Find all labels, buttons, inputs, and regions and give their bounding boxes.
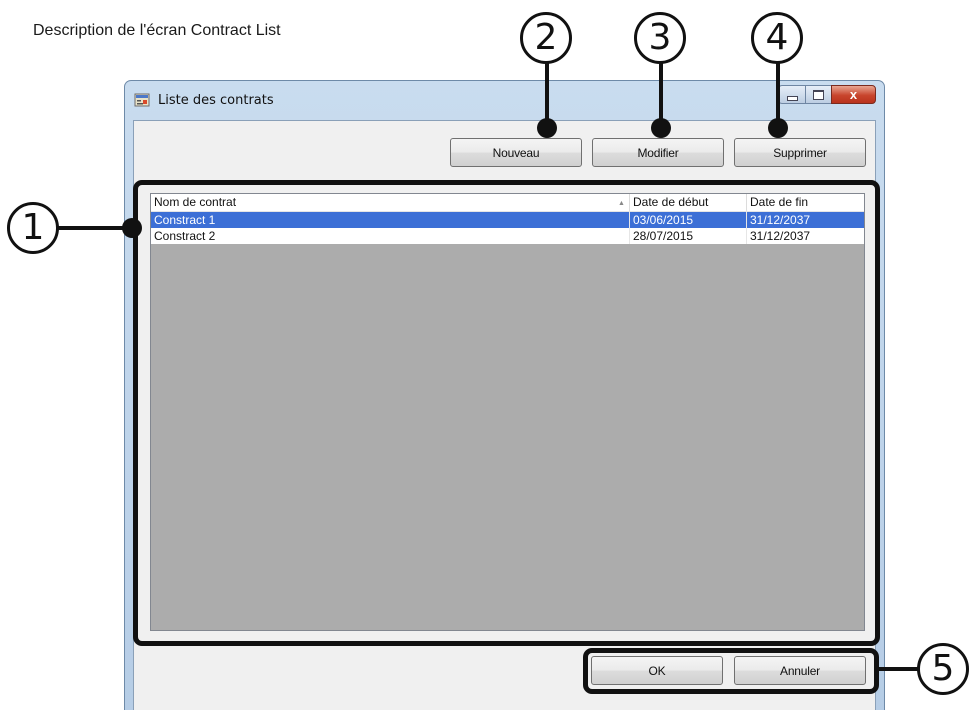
maximize-icon xyxy=(813,89,824,100)
window-caption-buttons: x xyxy=(778,85,876,104)
delete-button[interactable]: Supprimer xyxy=(734,138,866,167)
minimize-icon xyxy=(786,95,798,101)
app-window-icon xyxy=(134,93,150,107)
page-caption: Description de l'écran Contract List xyxy=(33,22,281,39)
new-button[interactable]: Nouveau xyxy=(450,138,582,167)
callout-1-line xyxy=(58,226,132,230)
callout-2: 2 xyxy=(520,12,572,64)
callout-4: 4 xyxy=(751,12,803,64)
minimize-button[interactable] xyxy=(778,85,805,104)
callout-3: 3 xyxy=(634,12,686,64)
edit-button[interactable]: Modifier xyxy=(592,138,724,167)
close-icon: x xyxy=(849,87,858,102)
title-bar[interactable]: Liste des contrats x xyxy=(125,81,884,121)
callout-5-highlight xyxy=(583,648,879,694)
callout-1: 1 xyxy=(7,202,59,254)
callout-3-dot xyxy=(651,118,671,138)
callout-1-dot xyxy=(122,218,142,238)
callout-2-dot xyxy=(537,118,557,138)
callout-5: 5 xyxy=(917,643,969,695)
callout-1-highlight xyxy=(133,180,880,646)
callout-4-dot xyxy=(768,118,788,138)
callout-5-line xyxy=(878,667,918,671)
close-button[interactable]: x xyxy=(831,85,876,104)
maximize-button[interactable] xyxy=(805,85,831,104)
window-title: Liste des contrats xyxy=(158,93,274,108)
